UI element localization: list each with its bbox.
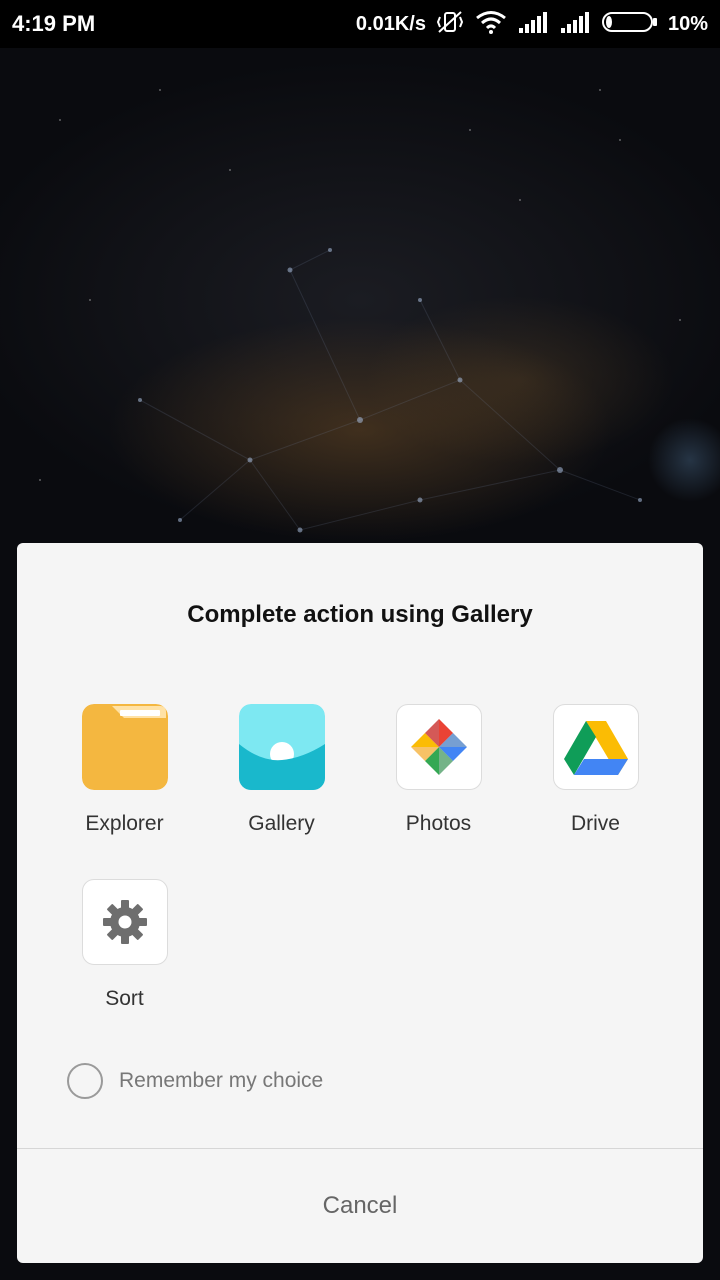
network-speed: 0.01K/s [355,12,426,35]
app-option-gallery[interactable]: Gallery [203,704,360,836]
app-label-explorer: Explorer [85,812,164,835]
app-option-sort[interactable]: Sort [46,879,203,1011]
app-option-explorer[interactable]: Explorer [46,704,203,836]
folder-icon [81,704,168,790]
battery-icon [601,10,658,39]
pinwheel-icon [395,704,482,790]
app-label-gallery: Gallery [248,812,315,835]
gallery-icon [238,704,325,790]
status-time: 4:19 PM [12,11,96,36]
remember-choice-label: Remember my choice [119,1069,324,1092]
status-bar: 4:19 PM 0.01K/s 10% [0,0,720,48]
cancel-button[interactable]: Cancel [17,1149,703,1263]
battery-percent: 10% [667,12,708,35]
vibrate-mute-icon [436,9,464,40]
signal-icon [518,10,550,39]
app-option-drive[interactable]: Drive [517,704,674,836]
wifi-icon [474,9,508,40]
status-indicators: 0.01K/s 10% [356,9,708,40]
remember-choice-option[interactable]: Remember my choice [67,1063,323,1099]
drive-icon [552,704,639,790]
app-option-photos[interactable]: Photos [360,704,517,836]
dialog-title: Complete action using Gallery [187,601,533,628]
signal-icon [560,10,592,39]
chooser-dialog: Complete action using Gallery Explorer G… [17,543,703,1263]
app-label-photos: Photos [405,812,472,835]
gear-icon [81,879,168,965]
remember-choice-radio[interactable] [67,1063,103,1099]
app-label-drive: Drive [570,812,620,835]
app-label-sort: Sort [105,987,144,1010]
